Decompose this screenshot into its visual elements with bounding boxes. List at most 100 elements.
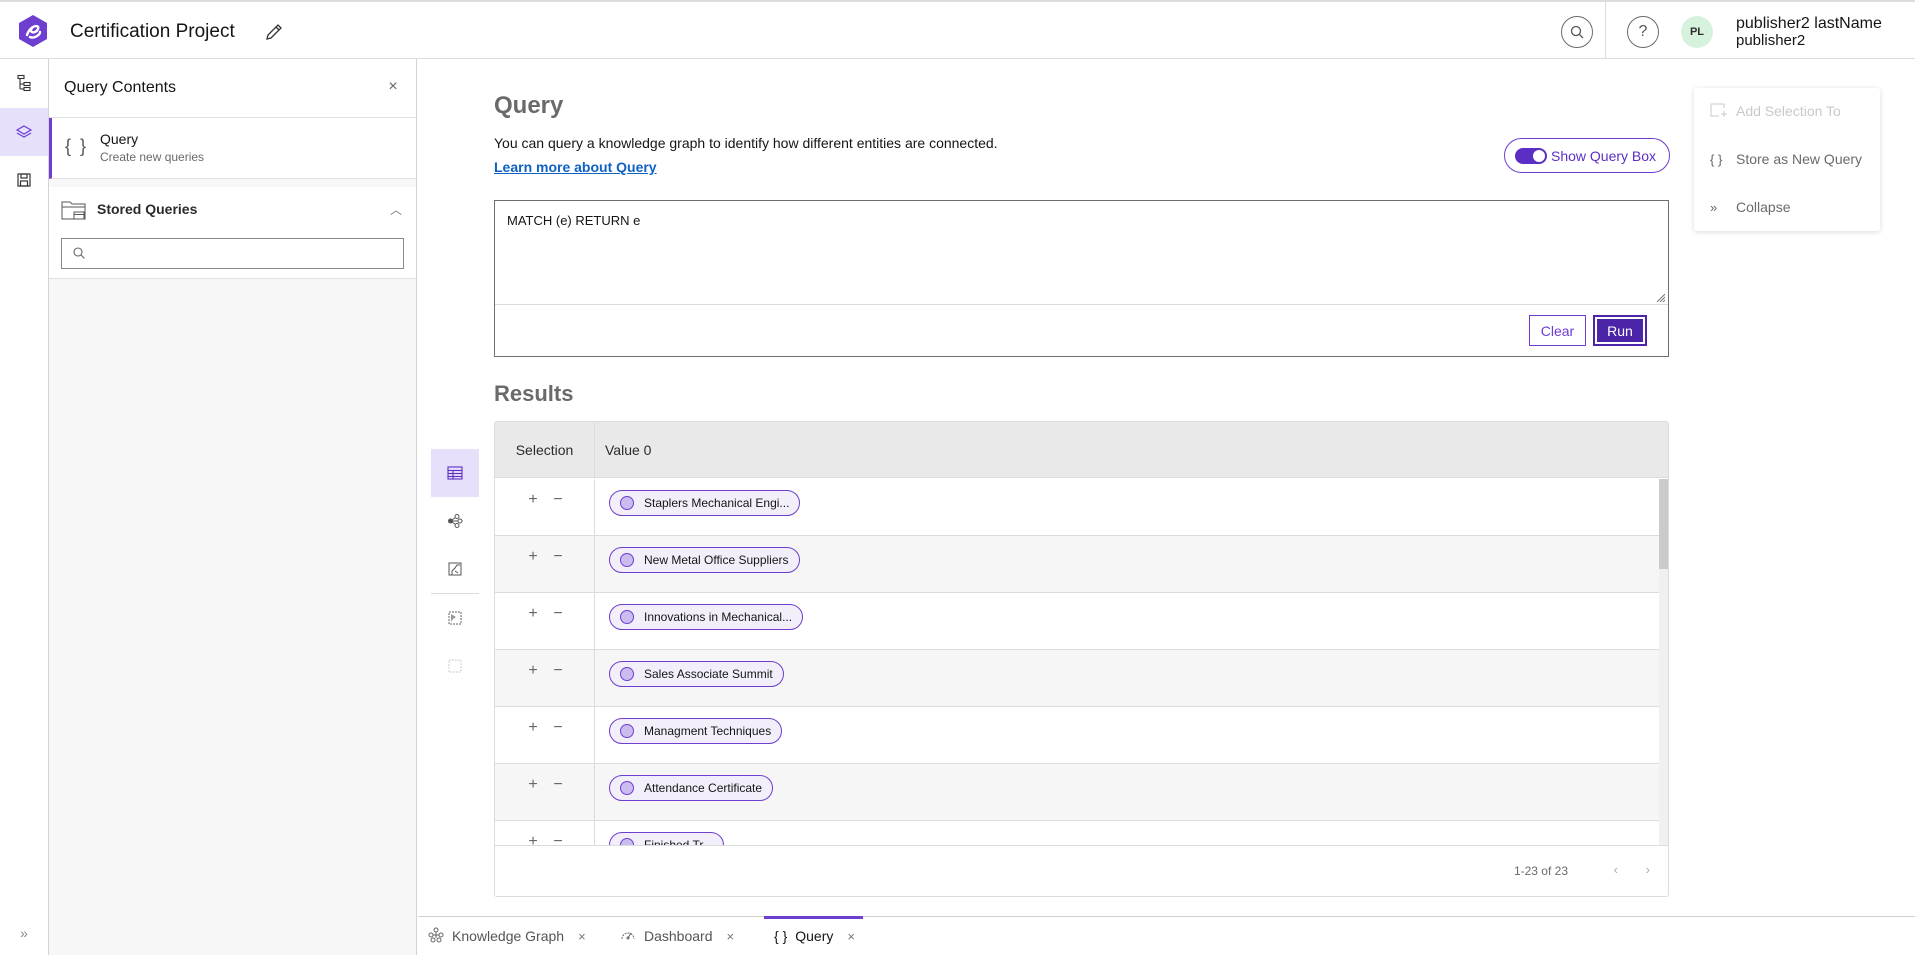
query-item-subtitle: Create new queries — [100, 150, 205, 164]
rail-item-hierarchy[interactable] — [0, 59, 48, 107]
entity-pill[interactable]: Sales Associate Summit — [609, 661, 784, 687]
results-table: Selection Value 0 + − Staplers Mechanical… — [494, 421, 1669, 897]
panel-title: Query Contents — [64, 79, 177, 96]
map-view-button[interactable] — [431, 545, 479, 593]
stored-queries-title: Stored Queries — [97, 201, 198, 217]
remove-from-selection-icon[interactable]: − — [551, 605, 565, 623]
query-item[interactable]: { } Query Create new queries — [49, 118, 416, 179]
table-row: + − Innovations in Mechanical... — [495, 593, 1659, 650]
header-divider — [1605, 2, 1606, 60]
entity-type-icon — [620, 838, 634, 845]
stored-queries-search[interactable] — [61, 238, 404, 269]
close-tab-icon[interactable]: × — [727, 929, 735, 944]
entity-pill[interactable]: Staplers Mechanical Engi... — [609, 490, 801, 516]
tab-dashboard[interactable]: Dashboard × — [620, 917, 734, 955]
avatar[interactable]: PL — [1681, 16, 1713, 48]
add-selection-icon — [1710, 102, 1736, 121]
clear-selection-button[interactable] — [431, 642, 479, 690]
rail-item-layers[interactable] — [0, 108, 48, 156]
entity-pill[interactable]: Finished Tr... — [609, 832, 724, 845]
entity-type-icon — [620, 496, 634, 510]
chevron-up-icon[interactable]: ︿ — [390, 201, 402, 218]
help-button[interactable]: ? — [1627, 16, 1659, 48]
clear-selection-icon — [448, 659, 462, 673]
stored-queries-search-input[interactable] — [90, 239, 400, 268]
add-to-selection-icon[interactable]: + — [526, 491, 540, 509]
table-row: + − New Metal Office Suppliers — [495, 536, 1659, 593]
add-to-selection-icon[interactable]: + — [526, 548, 540, 566]
remove-from-selection-icon[interactable]: − — [551, 491, 565, 509]
collapse-button[interactable]: » Collapse — [1694, 187, 1880, 227]
table-scrollbar[interactable] — [1659, 479, 1668, 845]
add-to-selection-icon[interactable]: + — [526, 662, 540, 680]
search-button[interactable] — [1561, 16, 1593, 48]
bottom-tab-bar: Knowledge Graph × Dashboard × { } Query … — [418, 916, 1915, 955]
remove-from-selection-icon[interactable]: − — [551, 662, 565, 680]
query-input[interactable]: MATCH (e) RETURN e — [495, 201, 1668, 305]
toggle-knob — [1533, 149, 1545, 162]
remove-from-selection-icon[interactable]: − — [551, 833, 565, 845]
close-panel-icon[interactable]: × — [384, 78, 402, 96]
expand-rail-icon[interactable]: » — [0, 925, 48, 945]
scrollbar-thumb[interactable] — [1659, 479, 1668, 569]
save-icon — [17, 173, 31, 187]
store-as-new-query-button[interactable]: { } Store as New Query — [1694, 139, 1880, 179]
tab-query[interactable]: { } Query × — [764, 916, 863, 955]
app-header: Certification Project ? PL publisher2 la… — [0, 0, 1915, 60]
clear-button[interactable]: Clear — [1529, 315, 1586, 346]
dashboard-icon — [620, 927, 636, 946]
tab-label: Query — [795, 928, 834, 944]
tab-knowledge-graph[interactable]: Knowledge Graph × — [428, 917, 586, 955]
query-main: Query You can query a knowledge graph to… — [418, 59, 1915, 916]
link-chart-view-button[interactable] — [431, 497, 479, 545]
chevron-left-icon[interactable]: ‹ — [1614, 862, 1618, 877]
column-header-value[interactable]: Value 0 — [605, 422, 651, 478]
table-row: + − Managment Techniques — [495, 707, 1659, 764]
learn-more-link[interactable]: Learn more about Query — [494, 159, 657, 175]
entity-pill[interactable]: Managment Techniques — [609, 718, 783, 744]
query-description: You can query a knowledge graph to ident… — [494, 135, 998, 151]
column-header-selection: Selection — [495, 422, 595, 478]
braces-icon: { } — [65, 136, 89, 156]
edit-title-icon[interactable] — [262, 20, 286, 44]
results-heading: Results — [494, 381, 574, 406]
entity-type-icon — [620, 610, 634, 624]
remove-from-selection-icon[interactable]: − — [551, 548, 565, 566]
table-view-button[interactable] — [431, 449, 479, 497]
close-tab-icon[interactable]: × — [578, 929, 586, 944]
results-view-rail — [431, 449, 479, 690]
entity-pill[interactable]: Attendance Certificate — [609, 775, 774, 801]
entity-type-icon — [620, 724, 634, 738]
add-to-selection-icon[interactable]: + — [526, 833, 540, 845]
entity-pill[interactable]: Innovations in Mechanical... — [609, 604, 804, 630]
user-name[interactable]: publisher2 lastName — [1736, 15, 1882, 32]
tab-label: Dashboard — [644, 928, 713, 944]
close-tab-icon[interactable]: × — [847, 929, 855, 944]
search-icon — [73, 247, 85, 259]
show-query-box-toggle[interactable]: Show Query Box — [1504, 138, 1670, 173]
run-button[interactable]: Run — [1593, 315, 1647, 346]
entity-label: Staplers Mechanical Engi... — [644, 496, 790, 510]
entity-label: Sales Associate Summit — [644, 667, 773, 681]
query-item-title: Query — [100, 131, 139, 147]
braces-icon: { } — [774, 928, 788, 944]
entity-label: Managment Techniques — [644, 724, 772, 738]
stored-queries-section: Stored Queries ︿ — [49, 187, 416, 279]
add-to-selection-icon[interactable]: + — [526, 605, 540, 623]
select-features-button[interactable] — [431, 594, 479, 642]
add-to-selection-icon[interactable]: + — [526, 719, 540, 737]
toggle-switch[interactable] — [1515, 147, 1547, 164]
rail-item-save[interactable] — [0, 156, 48, 204]
table-row: + − Finished Tr... — [495, 821, 1659, 845]
add-to-selection-icon[interactable]: + — [526, 776, 540, 794]
entity-type-icon — [620, 781, 634, 795]
resize-grip-icon[interactable] — [1655, 292, 1665, 302]
entity-label: Innovations in Mechanical... — [644, 610, 793, 624]
app-logo — [19, 15, 47, 47]
query-editor: MATCH (e) RETURN e Clear Run — [494, 200, 1669, 357]
add-selection-to-button[interactable]: Add Selection To — [1694, 91, 1880, 131]
remove-from-selection-icon[interactable]: − — [551, 719, 565, 737]
remove-from-selection-icon[interactable]: − — [551, 776, 565, 794]
entity-pill[interactable]: New Metal Office Suppliers — [609, 547, 800, 573]
chevron-right-icon[interactable]: › — [1646, 862, 1650, 877]
